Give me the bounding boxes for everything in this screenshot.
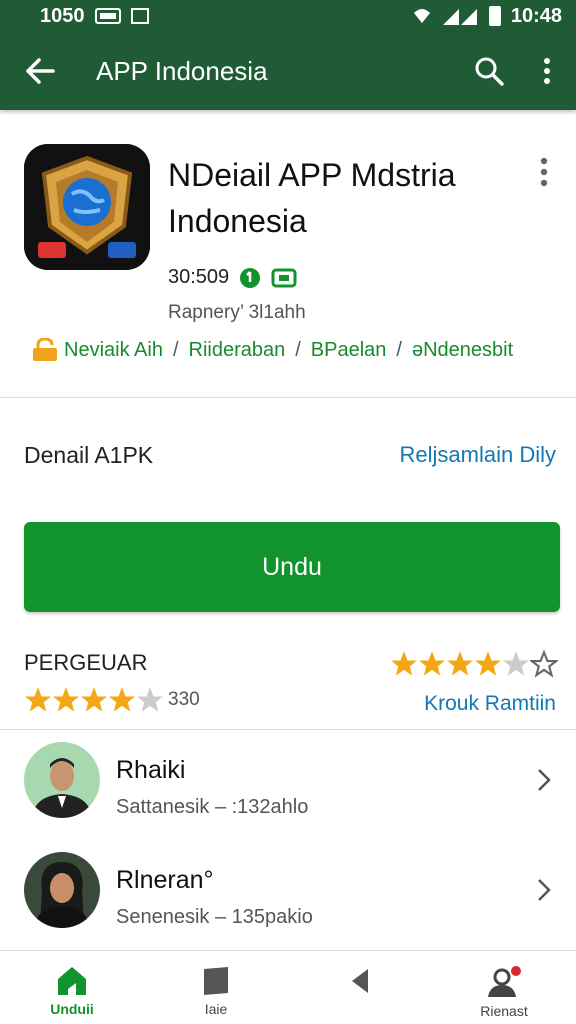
rating-section: PERGEUAR 330 Krouk Ramtiin [0, 630, 576, 730]
chevron-right-icon [534, 760, 554, 800]
review-name: Rhaiki [116, 756, 186, 784]
star-empty-icon [503, 651, 529, 676]
nav-label: Rienast [480, 1003, 528, 1019]
rating-label: PERGEUAR [24, 650, 148, 675]
breadcrumb-separator: / [396, 338, 402, 361]
wifi-icon [413, 9, 430, 23]
app-logo [24, 144, 150, 270]
detail-title: Denail A1PK [24, 442, 154, 468]
more-vert-icon [540, 157, 548, 187]
back-triangle-icon [352, 969, 368, 993]
star-filled-icon [81, 687, 107, 712]
profile-icon [488, 966, 521, 997]
review-subtitle: Senenesik – 135pakio [116, 906, 313, 928]
detail-section: Denail A1PK Reljsamlain Dily [0, 400, 576, 510]
search-button[interactable] [460, 32, 518, 110]
status-time-left: 1050 [40, 4, 85, 27]
nav-label: Unduii [50, 1001, 94, 1017]
app-name: NDeiail APP Mdstria Indonesia [168, 157, 456, 239]
breadcrumb-separator: / [172, 338, 179, 361]
breadcrumb-item[interactable]: əNdenesbit [412, 339, 513, 362]
app-more-button[interactable] [528, 152, 560, 192]
breadcrumb-separator: / [295, 338, 301, 361]
app-developer: Rapnery’ 3l1ahh [168, 302, 306, 323]
nav-apps[interactable]: Iaie [144, 951, 288, 1024]
verified-icon [240, 267, 261, 288]
nav-back[interactable] [288, 951, 432, 1024]
search-icon [475, 57, 504, 86]
battery-icon [488, 6, 501, 26]
star-filled-icon [25, 687, 51, 712]
signal-icon [442, 9, 477, 25]
star-filled-icon [447, 651, 473, 676]
more-options-button[interactable] [518, 32, 576, 110]
ratings-link[interactable]: Krouk Ramtiin [424, 692, 556, 716]
notification-icon [94, 8, 121, 24]
home-icon [58, 967, 86, 995]
status-bar: 1050 10:48 [0, 0, 576, 32]
sim-icon [130, 8, 149, 24]
rating-count: 330 [168, 689, 200, 710]
status-time: 10:48 [510, 4, 562, 27]
star-filled-icon [475, 651, 501, 676]
breadcrumb-item[interactable]: BPaelan [311, 339, 387, 362]
breadcrumb: Neviaik Aih / Riideraban / BPaelan / əNd… [32, 338, 513, 362]
breadcrumb-item[interactable]: Neviaik Aih [64, 339, 163, 362]
rating-stars-summary: 330 [24, 686, 200, 714]
back-button[interactable] [0, 32, 80, 110]
app-bar-title: APP Indonesia [96, 55, 268, 86]
star-filled-icon [391, 651, 417, 676]
star-filled-icon [53, 687, 79, 712]
chevron-right-icon [534, 870, 554, 910]
bottom-navigation: Unduii Iaie Rienast [0, 950, 576, 1024]
more-vert-icon [544, 58, 550, 84]
star-empty-icon [137, 687, 163, 712]
lock-icon [33, 338, 57, 361]
nav-profile[interactable]: Rienast [432, 951, 576, 1024]
rating-stars-top[interactable] [390, 650, 558, 678]
download-button[interactable]: Undu [24, 522, 560, 612]
back-arrow-icon [26, 58, 55, 84]
app-header: NDeiail APP Mdstria Indonesia 30:509 Rap… [0, 112, 576, 398]
nav-label: Iaie [204, 1001, 228, 1017]
file-icon [271, 268, 297, 287]
detail-link[interactable]: Reljsamlain Dily [400, 442, 556, 468]
review-name: Rlneran° [116, 866, 214, 894]
star-outline-icon [530, 650, 558, 678]
star-filled-icon [419, 651, 445, 676]
review-item[interactable]: Rhaiki Sattanesik – :132ahlo [0, 728, 576, 838]
square-icon [204, 967, 228, 995]
app-meta: 30:509 [168, 266, 297, 289]
app-meta-text: 30:509 [168, 266, 230, 288]
app-bar: APP Indonesia [0, 32, 576, 110]
avatar [24, 742, 100, 818]
review-item[interactable]: Rlneran° Senenesik – 135pakio [0, 838, 576, 948]
nav-download[interactable]: Unduii [0, 951, 144, 1024]
review-subtitle: Sattanesik – :132ahlo [116, 796, 309, 818]
avatar [24, 852, 100, 928]
breadcrumb-item[interactable]: Riideraban [189, 339, 286, 362]
star-filled-icon [109, 687, 135, 712]
